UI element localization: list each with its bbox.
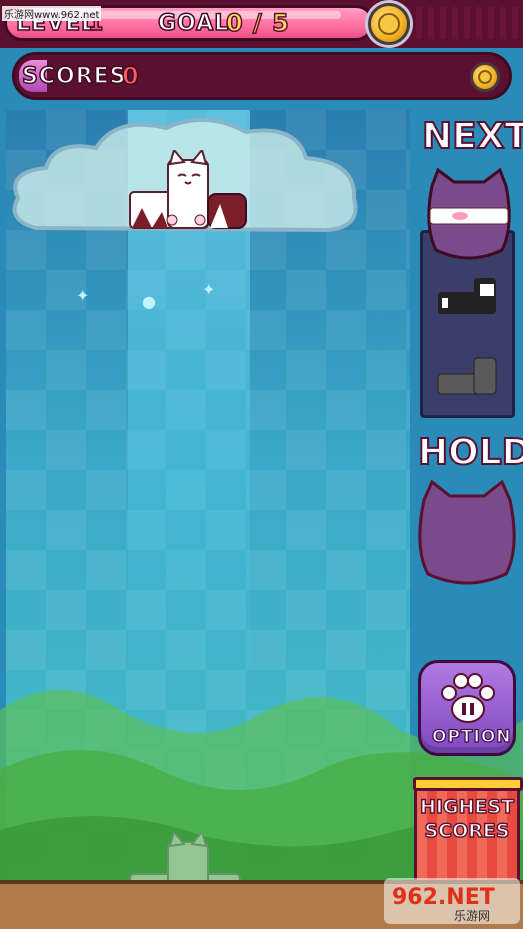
queued-cat-piece-gray [437,357,497,395]
962-logo-watermark: 962.NET 乐游网 [384,878,520,924]
logo-main-text: 962.NET [392,885,495,910]
goal-label: GOAL [157,10,230,37]
sparkle-icon: ✦ [202,280,216,299]
goal-value: 0 / 5 [225,8,290,38]
highest-scores-line2: SCORES [424,819,510,842]
sparkle-icon: ● [142,292,156,311]
score-coin-icon [470,62,500,92]
next-piece-slot [427,167,511,260]
paw-icon [441,673,495,723]
queued-cat-piece-black [438,278,496,314]
falling-cat-piece[interactable] [128,150,248,230]
cat-coin-icon [368,3,410,45]
highest-scores-line1: HIGHEST [419,795,515,818]
site-watermark-text: 乐游网www.962.net [2,6,102,21]
next-label: NEXT [421,115,523,158]
sparkle-icon: ✦ [76,286,90,305]
hold-label: HOLD [417,431,523,474]
logo-sub-text: 乐游网 [454,909,490,923]
option-label: OPTION [431,726,512,747]
hold-slot[interactable] [414,478,520,590]
scores-value: 0 [121,61,140,91]
scores-label: SCORES [21,63,127,90]
